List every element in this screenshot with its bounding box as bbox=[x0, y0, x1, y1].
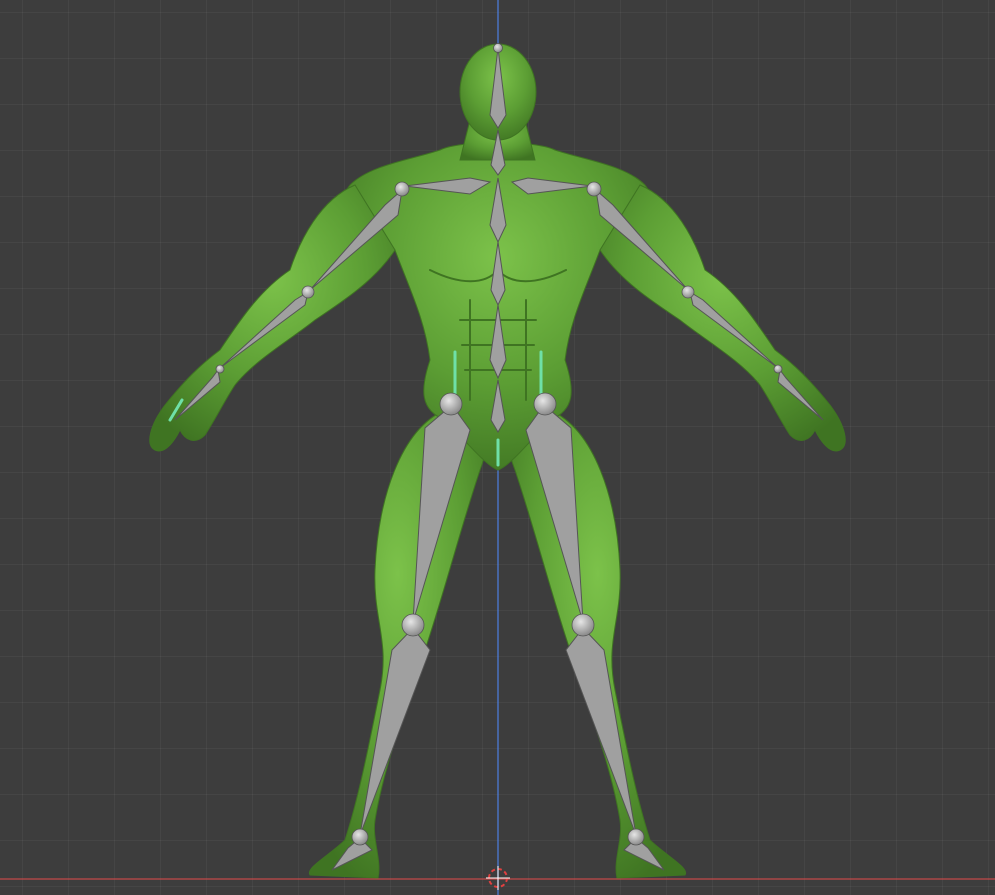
joint-shoulder-right[interactable] bbox=[586, 181, 602, 197]
joint-head-top[interactable] bbox=[493, 43, 503, 53]
joint-ankle-left[interactable] bbox=[351, 828, 369, 846]
joint-hip-right[interactable] bbox=[533, 392, 557, 416]
joint-knee-left[interactable] bbox=[401, 613, 425, 637]
bone-shin-left[interactable] bbox=[359, 627, 431, 836]
joint-elbow-right[interactable] bbox=[681, 285, 695, 299]
joint-wrist-left[interactable] bbox=[215, 364, 225, 374]
joint-wrist-right[interactable] bbox=[773, 364, 783, 374]
joint-shoulder-left[interactable] bbox=[394, 181, 410, 197]
joint-hip-left[interactable] bbox=[439, 392, 463, 416]
joint-ankle-right[interactable] bbox=[627, 828, 645, 846]
mesh-left-arm bbox=[149, 184, 396, 452]
3d-cursor-icon[interactable] bbox=[486, 866, 510, 890]
3d-viewport[interactable] bbox=[0, 0, 995, 895]
bone-shin-right[interactable] bbox=[565, 627, 637, 836]
armature[interactable] bbox=[168, 43, 824, 871]
joint-knee-right[interactable] bbox=[571, 613, 595, 637]
viewport-scene[interactable] bbox=[0, 0, 995, 895]
joint-elbow-left[interactable] bbox=[301, 285, 315, 299]
